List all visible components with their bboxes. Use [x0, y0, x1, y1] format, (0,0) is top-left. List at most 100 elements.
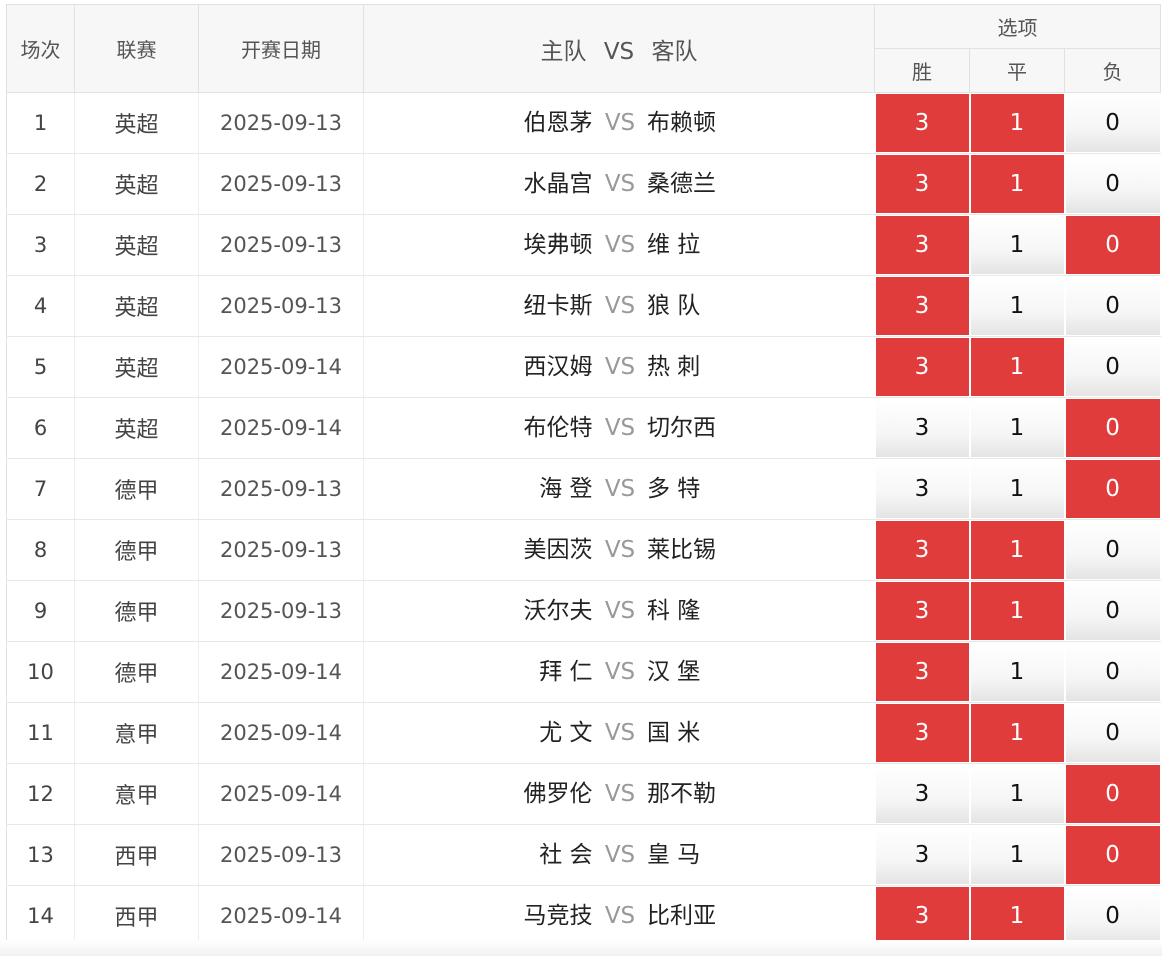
- option-win[interactable]: 3: [875, 338, 969, 396]
- away-team: 莱比锡: [647, 537, 716, 563]
- table-row: 6 英超 2025-09-14 布伦特 VS 切尔西 3 1 0: [6, 397, 1161, 459]
- match-index: 14: [6, 885, 75, 947]
- table-row: 1 英超 2025-09-13 伯恩茅 VS 布赖顿 3 1 0: [6, 92, 1161, 154]
- match-date: 2025-09-14: [198, 763, 364, 825]
- home-team: 社 会: [539, 842, 593, 868]
- table-row: 14 西甲 2025-09-14 马竞技 VS 比利亚 3 1 0: [6, 885, 1161, 947]
- match-index: 6: [6, 397, 75, 459]
- match-index: 2: [6, 153, 75, 215]
- option-draw[interactable]: 1: [970, 399, 1064, 457]
- option-win[interactable]: 3: [875, 277, 969, 335]
- option-win[interactable]: 3: [875, 94, 969, 152]
- vs-label: VS: [604, 537, 636, 563]
- match-teams: 马竞技 VS 比利亚: [363, 885, 875, 947]
- option-draw[interactable]: 1: [970, 338, 1064, 396]
- option-win[interactable]: 3: [875, 704, 969, 762]
- vs-label: VS: [604, 781, 636, 807]
- option-win[interactable]: 3: [875, 643, 969, 701]
- match-date: 2025-09-13: [198, 275, 364, 337]
- match-index: 11: [6, 702, 75, 764]
- option-lose[interactable]: 0: [1065, 704, 1160, 762]
- option-win[interactable]: 3: [875, 216, 969, 274]
- option-draw[interactable]: 1: [970, 277, 1064, 335]
- option-lose[interactable]: 0: [1065, 887, 1160, 945]
- home-team: 布伦特: [523, 415, 593, 441]
- option-lose[interactable]: 0: [1065, 643, 1160, 701]
- home-team: 纽卡斯: [523, 293, 593, 319]
- match-date: 2025-09-14: [198, 885, 364, 947]
- option-draw[interactable]: 1: [970, 826, 1064, 884]
- option-lose[interactable]: 0: [1065, 826, 1160, 884]
- match-index: 12: [6, 763, 75, 825]
- match-date: 2025-09-13: [198, 153, 364, 215]
- option-draw[interactable]: 1: [970, 582, 1064, 640]
- option-win[interactable]: 3: [875, 521, 969, 579]
- home-team: 埃弗顿: [523, 232, 593, 258]
- match-teams: 布伦特 VS 切尔西: [363, 397, 875, 459]
- away-team: 维 拉: [647, 232, 701, 258]
- option-draw[interactable]: 1: [970, 460, 1064, 518]
- option-win[interactable]: 3: [875, 155, 969, 213]
- option-win[interactable]: 3: [875, 399, 969, 457]
- away-team: 皇 马: [647, 842, 701, 868]
- match-date: 2025-09-14: [198, 702, 364, 764]
- option-draw[interactable]: 1: [970, 216, 1064, 274]
- option-draw[interactable]: 1: [970, 94, 1064, 152]
- option-lose[interactable]: 0: [1065, 277, 1160, 335]
- option-lose[interactable]: 0: [1065, 216, 1160, 274]
- league-name: 西甲: [74, 885, 199, 947]
- option-lose[interactable]: 0: [1065, 399, 1160, 457]
- option-lose[interactable]: 0: [1065, 94, 1160, 152]
- match-date: 2025-09-13: [198, 458, 364, 520]
- away-team: 科 隆: [647, 598, 701, 624]
- option-win[interactable]: 3: [875, 887, 969, 945]
- match-date: 2025-09-13: [198, 580, 364, 642]
- match-index: 10: [6, 641, 75, 703]
- option-lose[interactable]: 0: [1065, 521, 1160, 579]
- away-team: 多 特: [647, 476, 701, 502]
- option-win[interactable]: 3: [875, 460, 969, 518]
- table-row: 9 德甲 2025-09-13 沃尔夫 VS 科 隆 310: [6, 580, 1161, 642]
- option-draw[interactable]: 1: [970, 704, 1064, 762]
- league-name: 英超: [74, 153, 199, 215]
- option-draw[interactable]: 1: [970, 155, 1064, 213]
- vs-label: VS: [604, 476, 636, 502]
- option-draw[interactable]: 1: [970, 887, 1064, 945]
- match-teams: 海 登 VS 多 特: [363, 458, 875, 520]
- match-teams: 沃尔夫 VS 科 隆: [363, 580, 875, 642]
- away-team: 那不勒: [647, 781, 716, 807]
- header-draw: 平: [969, 48, 1065, 93]
- away-team: 桑德兰: [647, 171, 716, 197]
- away-team: 国 米: [647, 720, 701, 746]
- home-team: 水晶宫: [523, 171, 593, 197]
- away-team: 汉 堡: [647, 659, 701, 685]
- vs-label: VS: [604, 659, 636, 685]
- option-lose[interactable]: 0: [1065, 460, 1160, 518]
- header-away: 客队: [651, 38, 698, 65]
- table-row: 7 德甲 2025-09-13 海 登 VS 多 特 310: [6, 458, 1161, 520]
- option-win[interactable]: 3: [875, 826, 969, 884]
- option-draw[interactable]: 1: [970, 765, 1064, 823]
- option-lose[interactable]: 0: [1065, 155, 1160, 213]
- away-team: 狼 队: [647, 293, 701, 319]
- match-date: 2025-09-13: [198, 92, 364, 154]
- vs-label: VS: [604, 842, 636, 868]
- away-team: 布赖顿: [647, 110, 716, 136]
- league-name: 德甲: [74, 580, 199, 642]
- match-index: 13: [6, 824, 75, 886]
- league-name: 意甲: [74, 702, 199, 764]
- option-draw[interactable]: 1: [970, 521, 1064, 579]
- match-teams: 伯恩茅 VS 布赖顿: [363, 92, 875, 154]
- away-team: 切尔西: [647, 415, 716, 441]
- option-win[interactable]: 3: [875, 765, 969, 823]
- match-teams: 社 会 VS 皇 马: [363, 824, 875, 886]
- table-row: 8 德甲 2025-09-13 美因茨 VS 莱比锡 3 1 0: [6, 519, 1161, 581]
- option-lose[interactable]: 0: [1065, 582, 1160, 640]
- option-draw[interactable]: 1: [970, 643, 1064, 701]
- option-lose[interactable]: 0: [1065, 338, 1160, 396]
- option-win[interactable]: 3: [875, 582, 969, 640]
- match-index: 5: [6, 336, 75, 398]
- match-date: 2025-09-13: [198, 824, 364, 886]
- vs-label: VS: [604, 415, 636, 441]
- option-lose[interactable]: 0: [1065, 765, 1160, 823]
